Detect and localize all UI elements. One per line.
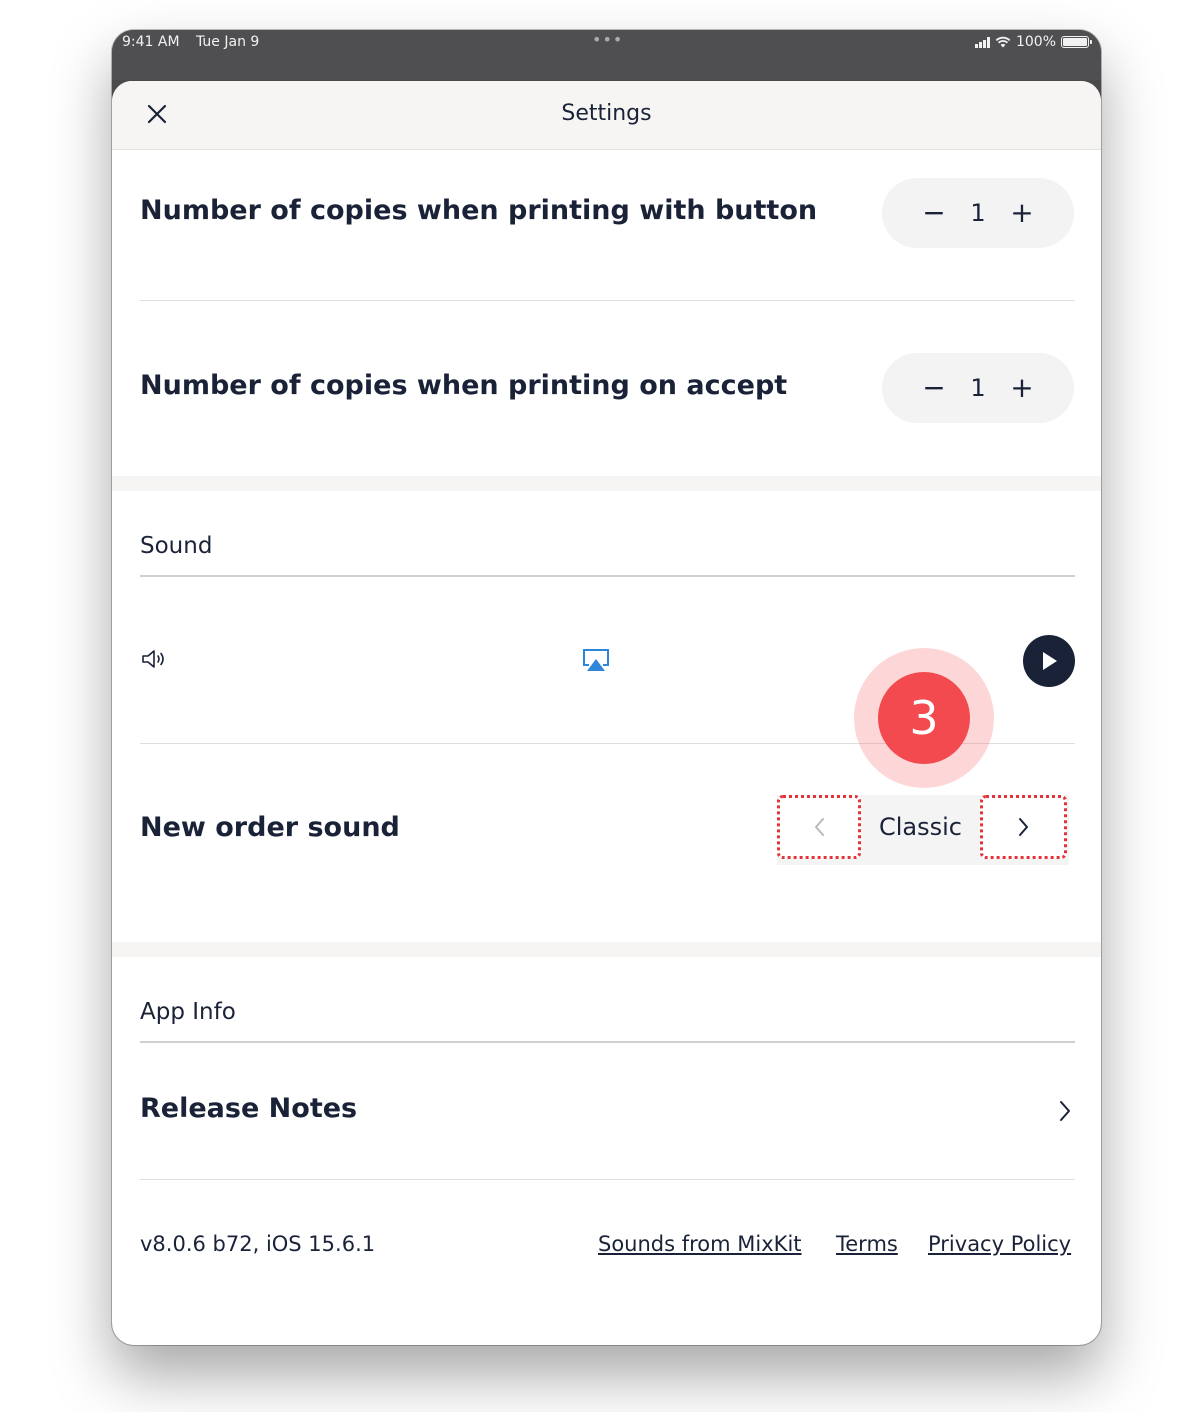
copies-accept-stepper: − 1 + (882, 353, 1074, 423)
copies-accept-label: Number of copies when printing on accept (140, 370, 788, 401)
section-separator (112, 942, 1101, 957)
sounds-from-mixkit-link[interactable]: Sounds from MixKit (598, 1232, 802, 1256)
speaker-icon (142, 650, 164, 668)
battery-icon (1061, 36, 1092, 48)
terms-link[interactable]: Terms (836, 1232, 898, 1256)
multitasking-dots-icon[interactable]: ••• (592, 30, 623, 49)
decrement-button[interactable]: − (914, 199, 954, 227)
decrement-button[interactable]: − (914, 374, 954, 402)
tutorial-step-badge: 3 (878, 672, 970, 764)
stepper-value: 1 (970, 374, 986, 402)
previous-sound-button[interactable] (777, 795, 861, 859)
release-notes-label[interactable]: Release Notes (140, 1093, 357, 1124)
stepper-value: 1 (970, 199, 986, 227)
play-button[interactable] (1023, 635, 1075, 687)
increment-button[interactable]: + (1002, 199, 1042, 227)
ipad-frame: 9:41 AM Tue Jan 9 ••• 100% Settings Numb… (112, 30, 1101, 1345)
status-indicators: 100% (974, 34, 1092, 50)
status-time: 9:41 AM (122, 34, 180, 50)
section-rule (140, 1041, 1075, 1043)
battery-percentage: 100% (1015, 34, 1056, 50)
chevron-left-icon (815, 818, 824, 836)
status-bar: 9:41 AM Tue Jan 9 ••• 100% (112, 30, 1101, 80)
row-divider (140, 300, 1075, 301)
app-info-section-header: App Info (140, 999, 236, 1025)
sound-picker: Classic (777, 795, 1069, 865)
new-order-sound-label: New order sound (140, 812, 400, 843)
privacy-policy-link[interactable]: Privacy Policy (928, 1232, 1071, 1256)
signal-icon (974, 36, 990, 48)
chevron-right-icon[interactable] (1057, 1099, 1073, 1123)
nav-bar: Settings (112, 81, 1101, 150)
version-info: v8.0.6 b72, iOS 15.6.1 (140, 1232, 376, 1256)
section-separator (112, 476, 1101, 491)
airplay-icon[interactable] (581, 647, 611, 673)
selected-sound: Classic (878, 813, 962, 841)
settings-sheet: Settings Number of copies when printing … (112, 81, 1101, 1345)
copies-button-label: Number of copies when printing with butt… (140, 195, 818, 226)
next-sound-button[interactable] (980, 795, 1067, 859)
chevron-right-icon (1018, 818, 1028, 836)
increment-button[interactable]: + (1002, 374, 1042, 402)
play-icon (1043, 652, 1057, 670)
wifi-icon (995, 36, 1011, 48)
sound-section-header: Sound (140, 533, 213, 559)
copies-button-stepper: − 1 + (882, 178, 1074, 248)
row-divider (140, 1179, 1075, 1180)
section-rule (140, 575, 1075, 577)
status-date: Tue Jan 9 (196, 34, 260, 50)
page-title: Settings (561, 101, 652, 126)
